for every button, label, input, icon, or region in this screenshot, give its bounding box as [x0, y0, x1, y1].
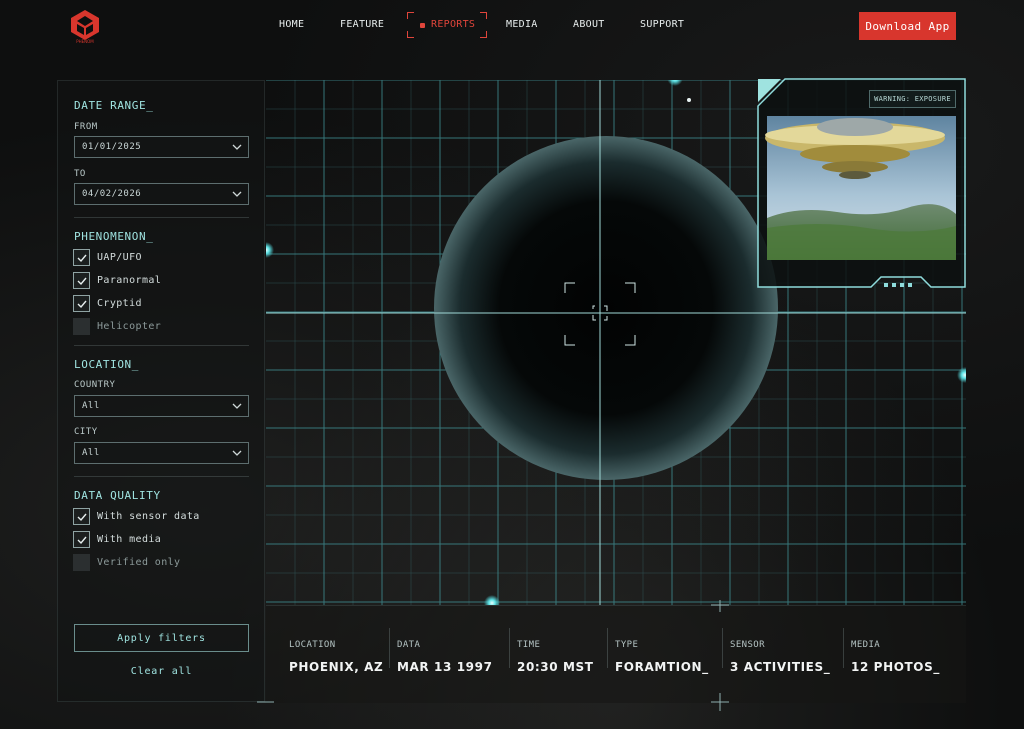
frame-markers [257, 600, 729, 711]
